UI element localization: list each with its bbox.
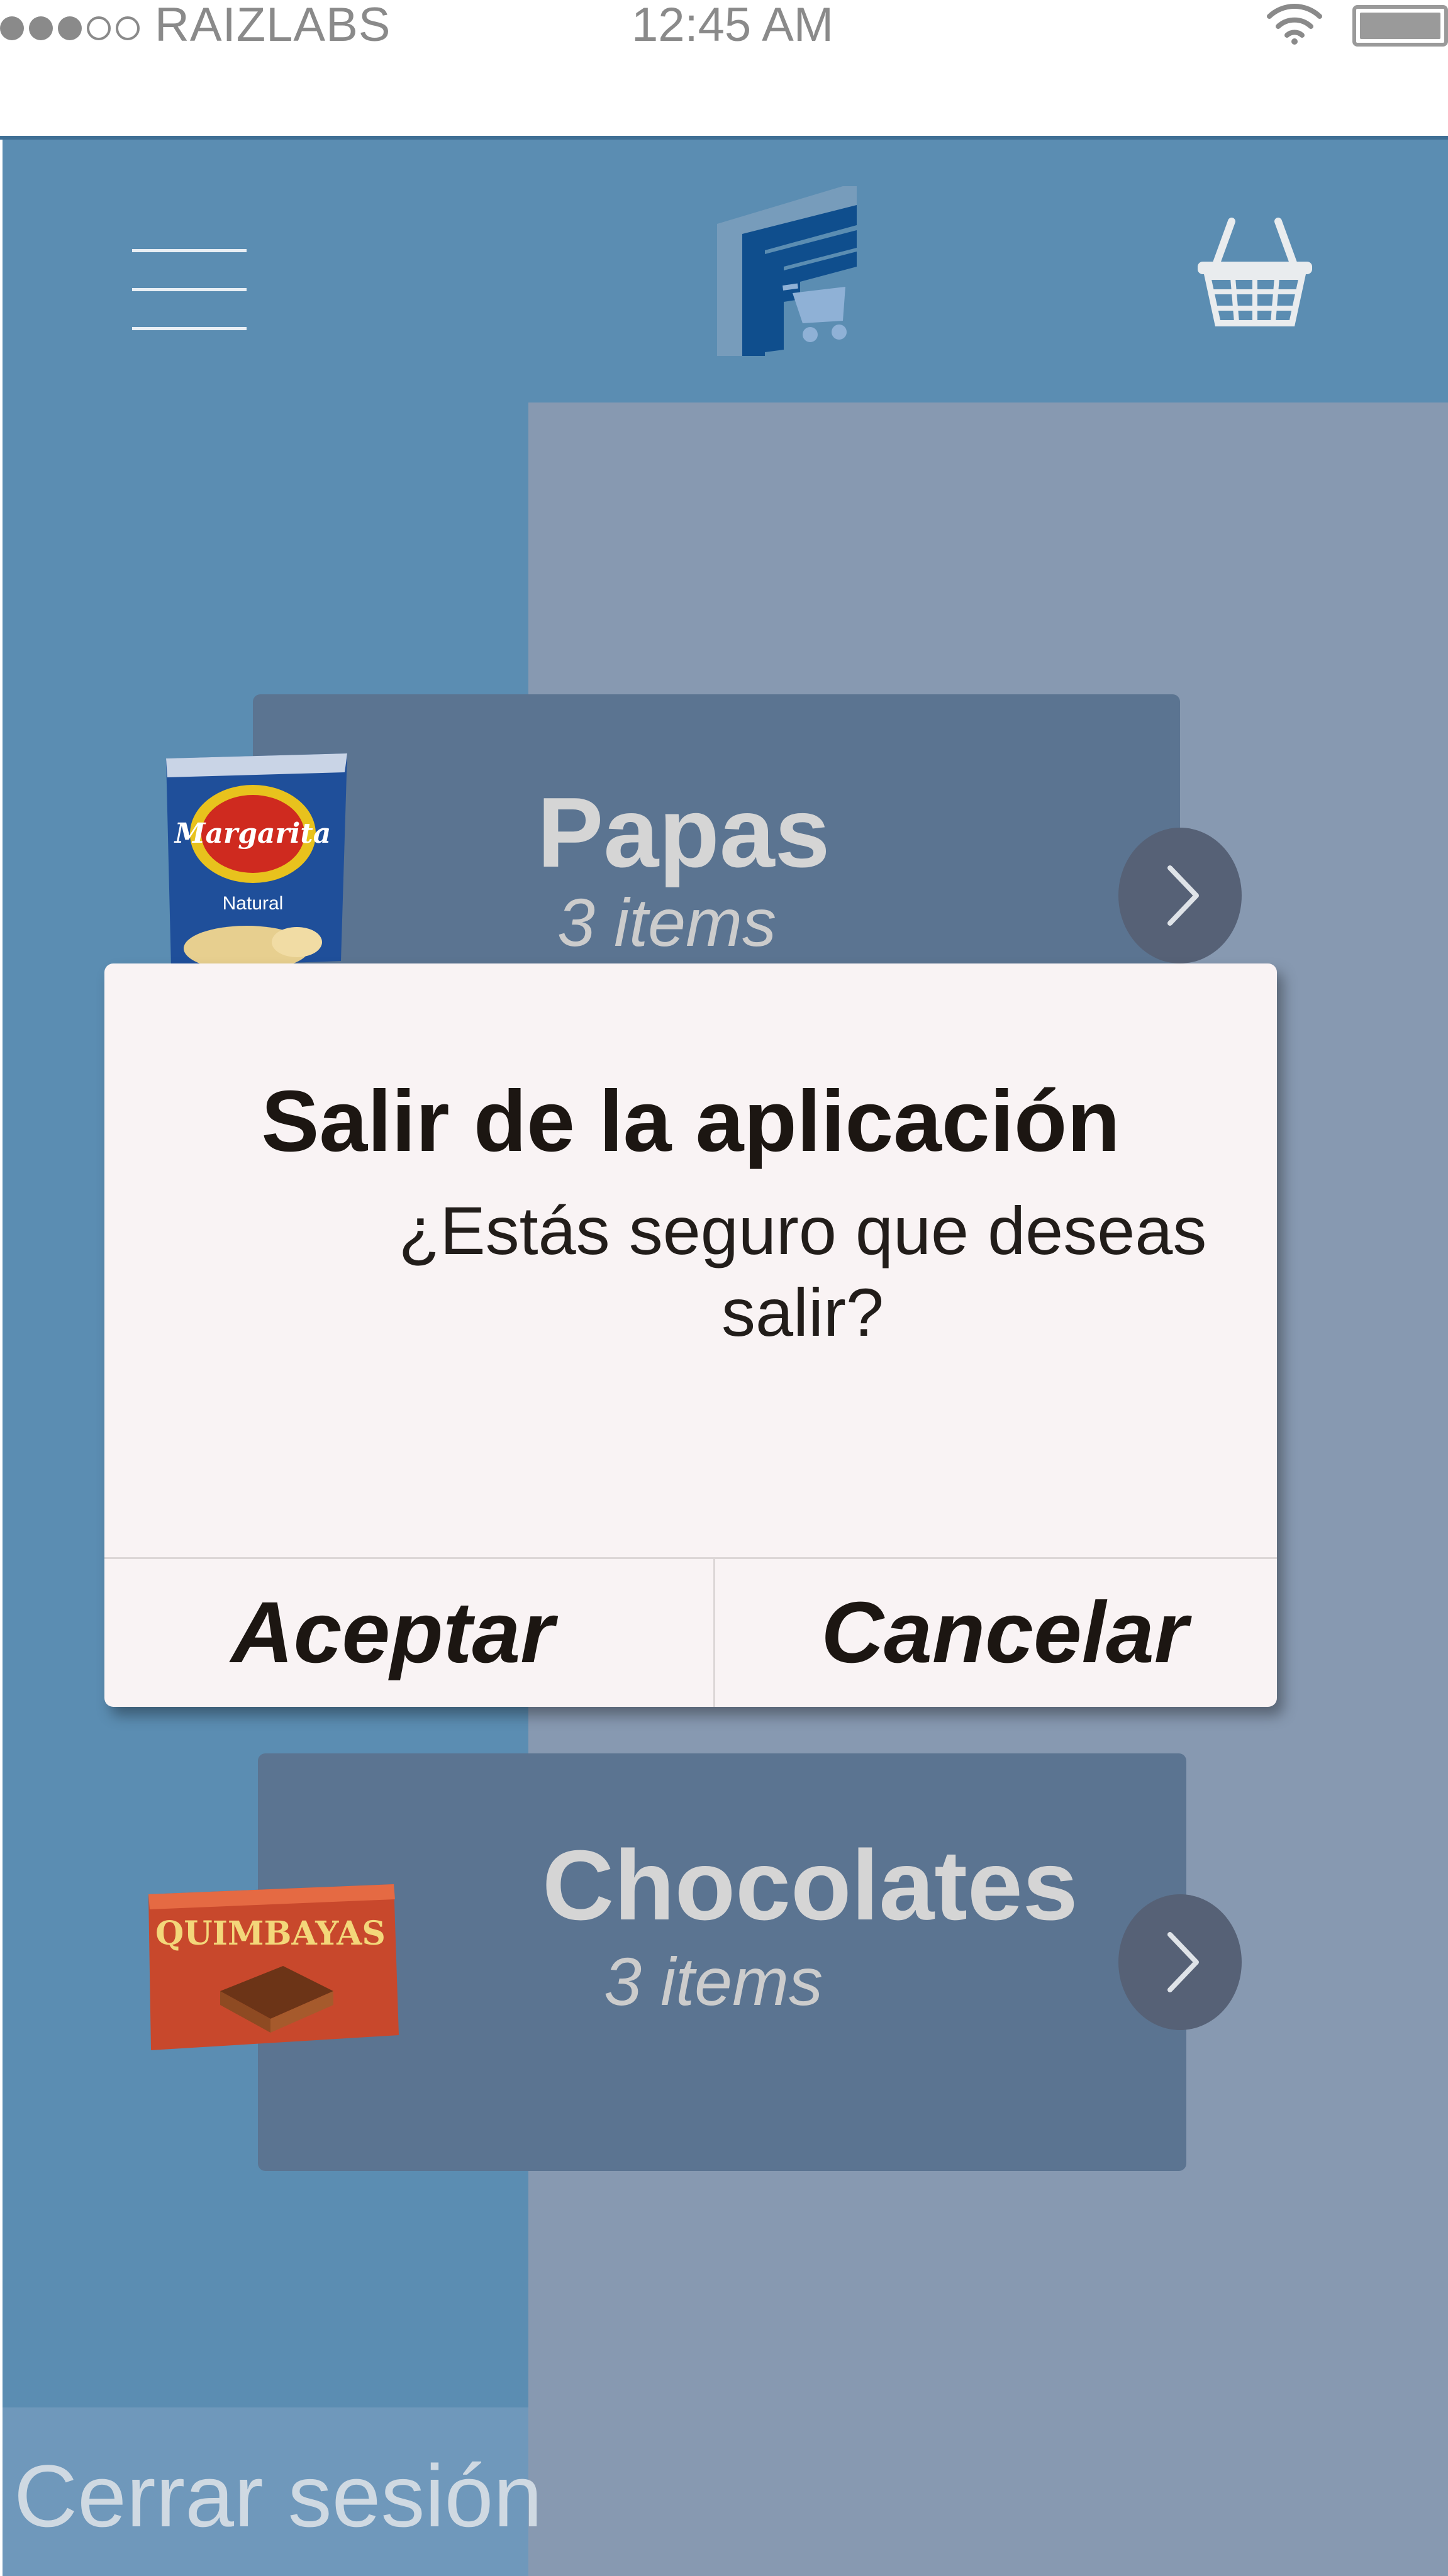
category-arrow-button-papas[interactable] (1118, 828, 1242, 963)
logout-confirm-dialog: Salir de la aplicación ¿Estás seguro que… (104, 963, 1277, 1707)
header-top-border (0, 136, 1448, 140)
category-arrow-button-chocolates[interactable] (1118, 1894, 1242, 2030)
hamburger-menu-icon[interactable] (132, 249, 247, 331)
quimbayas-chocolate-bar-image: QUIMBAYAS (148, 1884, 399, 2050)
cancel-button[interactable]: Cancelar (713, 1558, 1277, 1707)
dialog-title: Salir de la aplicación (261, 1073, 1120, 1170)
status-time: 12:45 AM (632, 0, 834, 52)
carrier-name: RAIZLABS (155, 0, 391, 52)
signal-icon (0, 13, 140, 44)
svg-text:Margarita: Margarita (174, 818, 331, 850)
category-title: Chocolates (542, 1830, 1078, 1941)
store-cart-logo-icon (717, 186, 857, 356)
svg-text:Natural: Natural (223, 893, 284, 914)
margarita-chips-bag-image: Margarita Natural (166, 753, 347, 967)
battery-icon (1352, 5, 1448, 47)
chevron-right-icon (1167, 1932, 1199, 1992)
dialog-message: ¿Estás seguro que deseas salir? (398, 1192, 1207, 1350)
category-count: 3 items (604, 1943, 823, 2019)
shopping-basket-icon[interactable] (1195, 216, 1315, 328)
svg-text:QUIMBAYAS: QUIMBAYAS (155, 1914, 386, 1953)
category-count: 3 items (557, 884, 777, 960)
wifi-icon (1267, 4, 1322, 45)
status-bar: RAIZLABS 12:45 AM (0, 0, 1448, 136)
logout-button[interactable]: Cerrar sesión (14, 2445, 542, 2547)
category-title: Papas (537, 777, 830, 888)
accept-button[interactable]: Aceptar (104, 1558, 681, 1707)
chevron-right-icon (1167, 865, 1199, 926)
